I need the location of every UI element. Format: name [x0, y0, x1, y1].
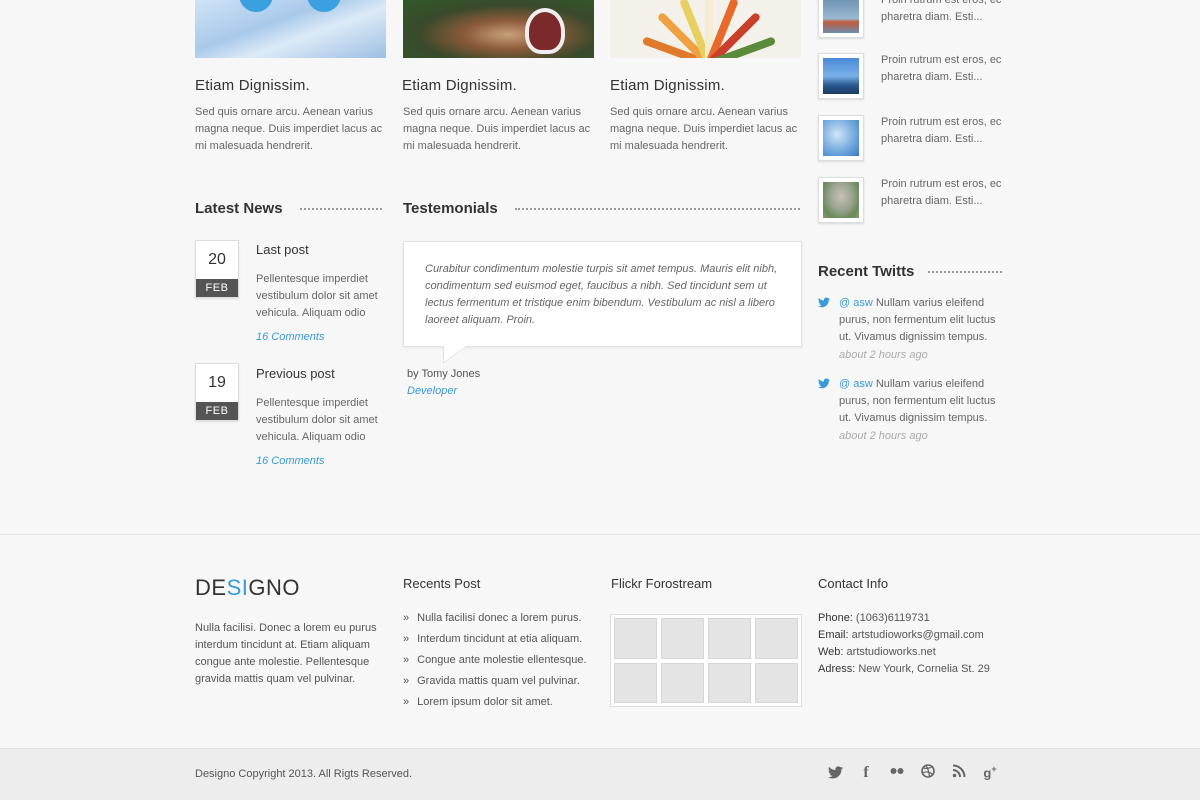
tweet-handle[interactable]: @ asw	[839, 378, 873, 390]
testimonial-author: by Tomy Jones	[407, 368, 481, 380]
footer-logo[interactable]: DESIGNO	[195, 575, 300, 601]
testimonial-role[interactable]: Developer	[407, 385, 457, 397]
sidebar-post-thumb[interactable]	[818, 177, 864, 223]
contact-label: Web:	[818, 646, 844, 658]
contact-phone: Phone: (1063)6119731	[818, 610, 990, 627]
recent-post-link[interactable]: Nulla facilisi donec a lorem purus.	[417, 612, 581, 624]
date-badge: 19 FEB	[195, 363, 239, 421]
flickr-title: Flickr Forostream	[611, 576, 713, 591]
footer-about-text: Nulla facilisi. Donec a lorem eu purus i…	[195, 622, 377, 685]
sidebar-post-thumb[interactable]	[818, 0, 864, 38]
recent-post-item[interactable]: » Gravida mattis quam vel pulvinar.	[403, 673, 587, 694]
contact-title: Contact Info	[818, 576, 889, 591]
card-image-vegetables	[610, 0, 801, 58]
date-day: 20	[208, 251, 226, 268]
sidebar-post-text[interactable]: Proin rutrum est eros, ec pharetra diam.…	[881, 114, 1011, 148]
sidebar-post-thumb[interactable]	[818, 115, 864, 161]
contact-label: Phone:	[818, 612, 853, 624]
recent-post-link[interactable]: Congue ante molestie ellentesque.	[417, 654, 586, 666]
contact-email: Email: artstudioworks@gmail.com	[818, 627, 990, 644]
date-month: FEB	[196, 402, 238, 420]
contact-value: (1063)6119731	[852, 612, 930, 624]
date-day: 19	[208, 374, 226, 391]
card-text: Sed quis ornare arcu. Aenean varius magn…	[610, 106, 798, 152]
recent-post-item[interactable]: » Interdum tincidunt at etia aliquam.	[403, 631, 587, 652]
dribbble-icon[interactable]	[919, 764, 937, 781]
card-image-animal	[403, 0, 594, 58]
news-post-title[interactable]: Last post	[256, 242, 309, 257]
flickr-photo[interactable]	[614, 618, 657, 659]
recent-post-link[interactable]: Gravida mattis quam vel pulvinar.	[417, 675, 580, 687]
heading-divider	[300, 208, 382, 210]
contact-address: Adress: New Yourk, Cornelia St. 29	[818, 661, 990, 678]
heading-divider	[928, 271, 1002, 273]
flickr-photo[interactable]	[708, 618, 751, 659]
tweet-text: @ asw Nullam varius eleifend purus, non …	[839, 295, 1009, 346]
contact-value[interactable]: artstudioworks.net	[843, 646, 936, 658]
footer	[0, 534, 1200, 748]
logo-text: GNO	[248, 575, 300, 600]
logo-text: DE	[195, 575, 227, 600]
testimonial-quote: Curabitur condimentum molestie turpis si…	[403, 241, 802, 347]
latest-news-heading: Latest News	[195, 200, 283, 217]
contact-web: Web: artstudioworks.net	[818, 644, 990, 661]
copyright-text: Designo Copyright 2013. All Rigts Reserv…	[195, 768, 413, 780]
date-month: FEB	[196, 279, 238, 297]
facebook-icon[interactable]: f	[857, 764, 875, 782]
sidebar-post-text[interactable]: Proin rutrum est eros, ec pharetra diam.…	[881, 0, 1011, 26]
contact-value: New Yourk, Cornelia St. 29	[855, 663, 990, 675]
contact-label: Email:	[818, 629, 849, 641]
flickr-photo[interactable]	[755, 618, 798, 659]
sidebar-post-text[interactable]: Proin rutrum est eros, ec pharetra diam.…	[881, 52, 1011, 86]
recent-post-item[interactable]: » Nulla facilisi donec a lorem purus.	[403, 610, 587, 631]
recent-post-item[interactable]: » Lorem ipsum dolor sit amet.	[403, 694, 587, 715]
rss-icon[interactable]	[950, 764, 968, 781]
recent-post-link[interactable]: Interdum tincidunt at etia aliquam.	[417, 633, 582, 645]
tweet-handle[interactable]: @ asw	[839, 297, 873, 309]
testimonials-heading: Testemonials	[403, 200, 498, 217]
news-post-title[interactable]: Previous post	[256, 366, 335, 381]
tweet-time: about 2 hours ago	[839, 349, 928, 361]
contact-label: Adress:	[818, 663, 856, 675]
date-badge: 20 FEB	[195, 240, 239, 298]
news-post-text: Pellentesque imperdiet vestibulum dolor …	[256, 397, 378, 443]
card-title[interactable]: Etiam Dignissim.	[610, 77, 725, 94]
card-text: Sed quis ornare arcu. Aenean varius magn…	[403, 106, 591, 152]
twitter-icon[interactable]	[826, 766, 844, 782]
recent-posts-list: » Nulla facilisi donec a lorem purus. » In…	[403, 610, 587, 715]
contact-value[interactable]: artstudioworks@gmail.com	[849, 629, 984, 641]
flickr-photo[interactable]	[614, 662, 657, 703]
news-post-text: Pellentesque imperdiet vestibulum dolor …	[256, 273, 378, 319]
bottom-bar	[0, 748, 1200, 800]
comments-link[interactable]: 16 Comments	[256, 331, 324, 343]
flickr-photo[interactable]	[708, 662, 751, 703]
quote-tail	[444, 346, 466, 362]
contact-info: Phone: (1063)6119731 Email: artstudiowor…	[818, 610, 990, 678]
card-text: Sed quis ornare arcu. Aenean varius magn…	[195, 106, 383, 152]
sidebar-post-thumb[interactable]	[818, 53, 864, 99]
recent-posts-title: Recents Post	[403, 576, 481, 591]
tweet-text: @ asw Nullam varius eleifend purus, non …	[839, 376, 1009, 427]
twitter-bird-icon	[818, 297, 830, 309]
recent-post-item[interactable]: » Congue ante molestie ellentesque.	[403, 652, 587, 673]
twitter-bird-icon	[818, 378, 830, 390]
flickr-photo[interactable]	[755, 662, 798, 703]
sidebar-post-text[interactable]: Proin rutrum est eros, ec pharetra diam.…	[881, 176, 1011, 210]
flickr-photo[interactable]	[661, 618, 704, 659]
logo-accent: SI	[226, 575, 249, 600]
google-plus-icon[interactable]: g+	[981, 764, 999, 780]
card-image-ice	[195, 0, 386, 58]
tweet-time: about 2 hours ago	[839, 430, 928, 442]
recent-post-link[interactable]: Lorem ipsum dolor sit amet.	[417, 696, 553, 708]
flickr-grid	[610, 614, 802, 707]
recent-twitts-heading: Recent Twitts	[818, 263, 915, 280]
heading-divider	[515, 208, 800, 210]
comments-link[interactable]: 16 Comments	[256, 455, 324, 467]
card-title[interactable]: Etiam Dignissim.	[402, 77, 517, 94]
flickr-photo[interactable]	[661, 662, 704, 703]
card-title[interactable]: Etiam Dignissim.	[195, 77, 310, 94]
flickr-icon[interactable]	[888, 764, 906, 781]
